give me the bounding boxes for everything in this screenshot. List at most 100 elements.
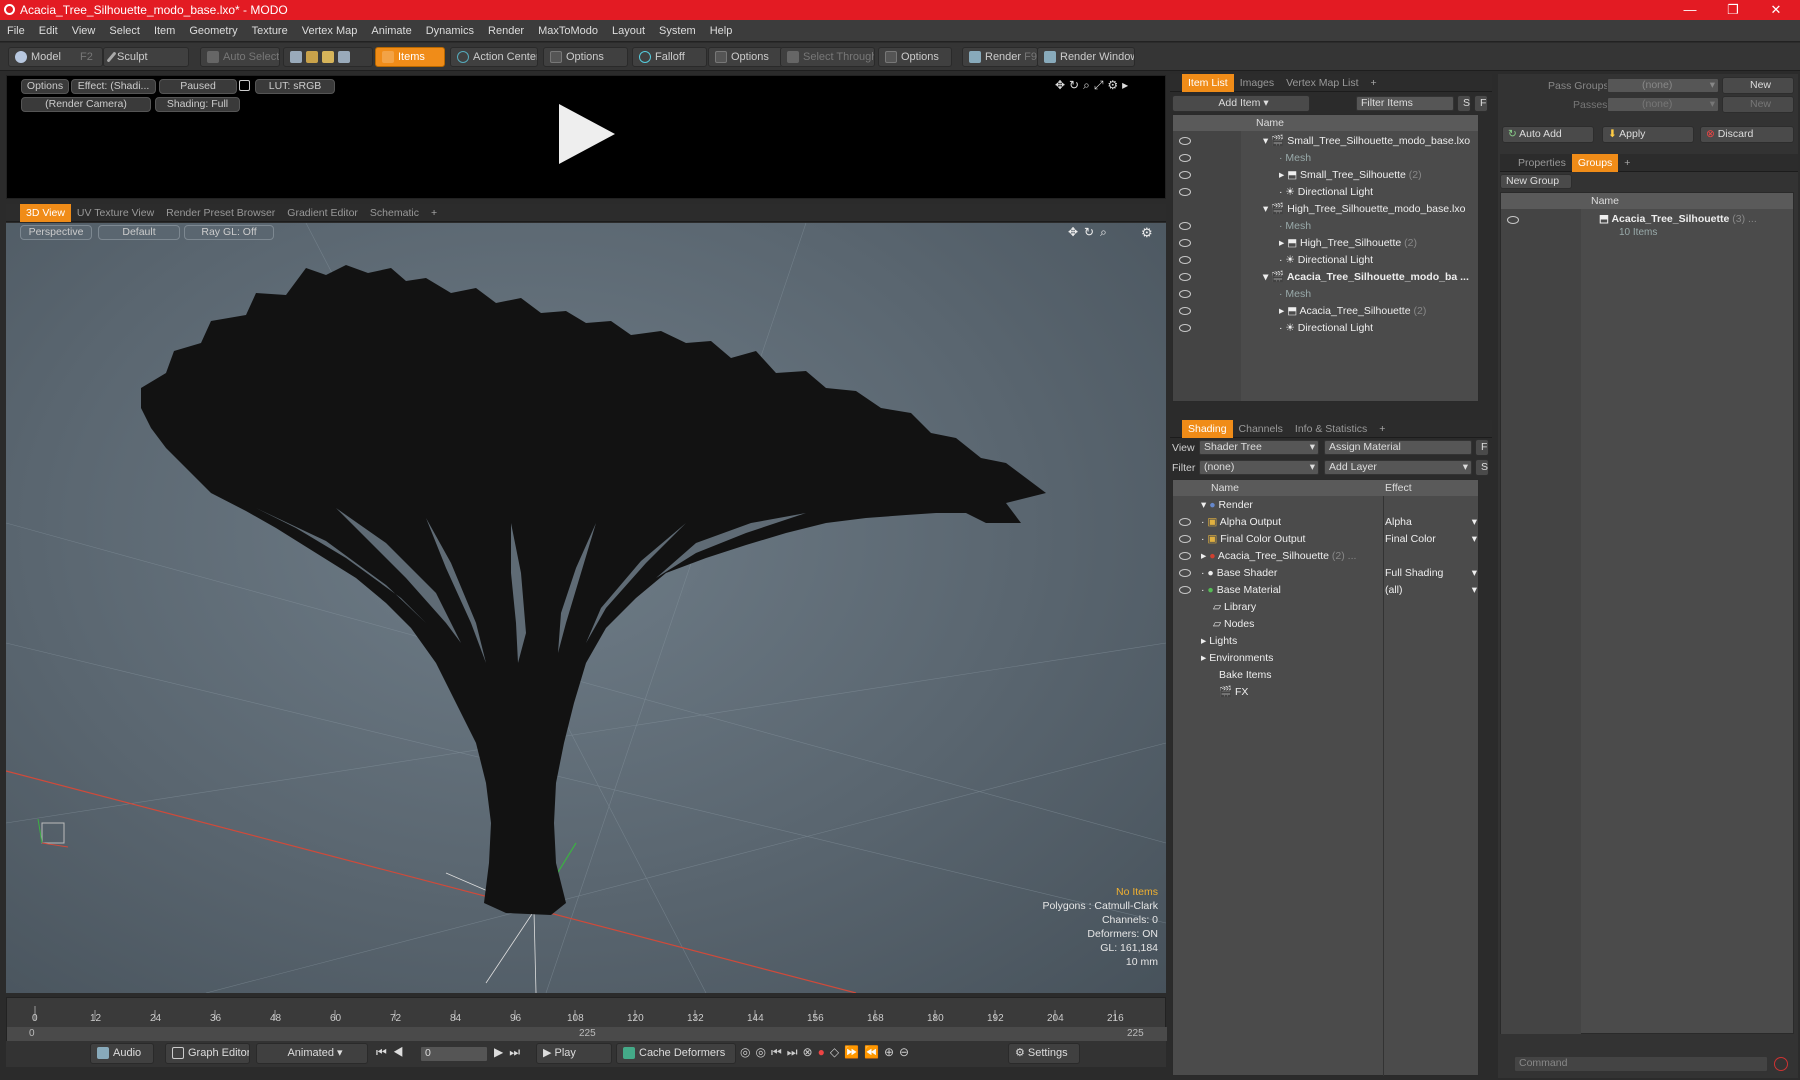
new-group-button[interactable]: New Group <box>1500 174 1572 189</box>
tab-schematic[interactable]: Schematic <box>364 204 425 222</box>
action-center-button[interactable]: Action Center <box>450 47 538 67</box>
menu-view[interactable]: View <box>65 20 103 42</box>
tab-render-preset-browser[interactable]: Render Preset Browser <box>160 204 281 222</box>
menu-system[interactable]: System <box>652 20 703 42</box>
visibility-eye-icon[interactable] <box>1179 239 1191 247</box>
frame-input[interactable]: 0 <box>420 1046 488 1062</box>
effect-all-dropdown[interactable]: (all) ▾ <box>1385 582 1477 599</box>
visibility-eye-icon[interactable] <box>1179 586 1191 594</box>
visibility-eye-icon[interactable] <box>1179 307 1191 315</box>
menu-vertex-map[interactable]: Vertex Map <box>295 20 365 42</box>
item-row-mesh-3[interactable]: · Mesh <box>1279 286 1311 303</box>
item-row-mesh-1[interactable]: · Mesh <box>1279 150 1311 167</box>
new-pass-button[interactable]: New <box>1722 96 1794 113</box>
render-window-button[interactable]: Render Window <box>1037 47 1135 67</box>
timeline-range-bar[interactable]: 0 225 225 <box>7 1027 1167 1041</box>
graph-editor-button[interactable]: Graph Editor <box>165 1043 250 1064</box>
sculpt-mode-button[interactable]: Sculpt <box>103 47 189 67</box>
shader-row-base-shader[interactable]: · ● Base Shader <box>1201 565 1277 582</box>
close-button[interactable]: ✕ <box>1756 1 1796 19</box>
tab-channels[interactable]: Channels <box>1233 420 1289 438</box>
visibility-eye-icon[interactable] <box>1179 535 1191 543</box>
tab-item-list[interactable]: Item List <box>1182 74 1234 92</box>
visibility-eye-icon[interactable] <box>1179 188 1191 196</box>
tab-shading[interactable]: Shading <box>1182 420 1233 438</box>
model-mode-button[interactable]: Model F2 <box>8 47 103 67</box>
transport-back-icons[interactable]: ⏮◀ <box>376 1045 410 1060</box>
visibility-eye-icon[interactable] <box>1179 222 1191 230</box>
shading-f-button[interactable]: F <box>1475 439 1489 456</box>
filter-dropdown[interactable]: (none) ▾ <box>1199 460 1319 475</box>
shader-row-base-material[interactable]: · ● Base Material <box>1201 582 1281 599</box>
menu-file[interactable]: File <box>0 20 32 42</box>
preview-nav-icons[interactable]: ✥↻⌕⤢⚙▸ <box>1055 78 1132 93</box>
passes-dropdown[interactable]: (none) ▾ <box>1607 97 1719 112</box>
vertices-icon[interactable] <box>290 51 302 64</box>
shader-row-acacia-material[interactable]: ▸ ● Acacia_Tree_Silhouette (2) ... <box>1201 548 1356 565</box>
add-layer-dropdown[interactable]: Add Layer ▾ <box>1324 460 1472 475</box>
filter-s-button[interactable]: S <box>1457 95 1471 112</box>
visibility-eye-icon[interactable] <box>1179 518 1191 526</box>
visibility-eye-icon[interactable] <box>1507 216 1519 224</box>
menu-edit[interactable]: Edit <box>32 20 65 42</box>
item-row-small-tree[interactable]: ▸ ⬒ Small_Tree_Silhouette (2) <box>1279 167 1422 184</box>
item-row-scene-small[interactable]: ▾ 🎬 Small_Tree_Silhouette_modo_base.lxo <box>1263 133 1470 150</box>
item-row-light-3[interactable]: · ☀ Directional Light <box>1279 320 1373 337</box>
settings-button[interactable]: ⚙ Settings <box>1008 1043 1080 1064</box>
apply-button[interactable]: ⬇ Apply <box>1602 126 1694 143</box>
transport-forward-icons[interactable]: ▶⏭ <box>494 1045 526 1060</box>
key-tools-icons[interactable]: ◎◎⏮⏭⊗●◇⏩⏪⊕⊖ <box>740 1045 914 1060</box>
add-tab-button[interactable]: + <box>1365 74 1383 92</box>
menu-geometry[interactable]: Geometry <box>182 20 244 42</box>
effect-alpha-dropdown[interactable]: Alpha ▾ <box>1385 514 1477 531</box>
edges-icon[interactable] <box>306 51 318 64</box>
preview-options-button[interactable]: Options <box>21 79 69 94</box>
falloff-options-button[interactable]: Options <box>708 47 783 67</box>
preview-paused-button[interactable]: Paused <box>159 79 237 94</box>
tab-info-statistics[interactable]: Info & Statistics <box>1289 420 1373 438</box>
visibility-eye-icon[interactable] <box>1179 552 1191 560</box>
tab-gradient-editor[interactable]: Gradient Editor <box>281 204 364 222</box>
menu-dynamics[interactable]: Dynamics <box>419 20 481 42</box>
visibility-eye-icon[interactable] <box>1179 154 1191 162</box>
preview-effect-dropdown[interactable]: Effect: (Shadi... <box>71 79 156 94</box>
shader-row-bake-items[interactable]: Bake Items <box>1219 667 1272 684</box>
effect-final-color-dropdown[interactable]: Final Color ▾ <box>1385 531 1477 548</box>
shader-row-fx[interactable]: 🎬 FX <box>1219 684 1248 701</box>
cache-deformers-button[interactable]: Cache Deformers <box>616 1043 736 1064</box>
menu-layout[interactable]: Layout <box>605 20 652 42</box>
command-input[interactable]: Command <box>1514 1056 1768 1072</box>
visibility-eye-icon[interactable] <box>1179 324 1191 332</box>
maximize-button[interactable]: ❐ <box>1713 1 1753 19</box>
visibility-eye-icon[interactable] <box>1179 137 1191 145</box>
animated-dropdown[interactable]: Animated ▾ <box>256 1043 368 1064</box>
preview-lut-dropdown[interactable]: LUT: sRGB <box>255 79 335 94</box>
add-tab-button[interactable]: + <box>1373 420 1391 438</box>
menu-texture[interactable]: Texture <box>245 20 295 42</box>
add-tab-button[interactable]: + <box>425 204 443 222</box>
tab-3d-view[interactable]: 3D View <box>20 204 71 222</box>
audio-button[interactable]: Audio <box>90 1043 154 1064</box>
visibility-eye-icon[interactable] <box>1179 256 1191 264</box>
tab-uv-texture-view[interactable]: UV Texture View <box>71 204 160 222</box>
shader-row-library[interactable]: ▱ Library <box>1213 599 1256 616</box>
item-row-acacia-tree[interactable]: ▸ ⬒ Acacia_Tree_Silhouette (2) <box>1279 303 1426 320</box>
tab-images[interactable]: Images <box>1234 74 1280 92</box>
play-icon[interactable] <box>555 102 619 166</box>
item-row-light-1[interactable]: · ☀ Directional Light <box>1279 184 1373 201</box>
menu-animate[interactable]: Animate <box>364 20 418 42</box>
effect-full-shading-dropdown[interactable]: Full Shading ▾ <box>1385 565 1477 582</box>
command-stop-icon[interactable] <box>1774 1057 1788 1071</box>
menu-maxtomodo[interactable]: MaxToModo <box>531 20 605 42</box>
add-item-dropdown[interactable]: Add Item ▾ <box>1172 95 1310 112</box>
add-tab-button[interactable]: + <box>1618 154 1636 172</box>
auto-select-button[interactable]: Auto Select <box>200 47 280 67</box>
materials-icon[interactable] <box>338 51 350 64</box>
filter-f-button[interactable]: F <box>1474 95 1488 112</box>
preview-shading-dropdown[interactable]: Shading: Full <box>155 97 240 112</box>
shader-row-render[interactable]: ▾ ● Render <box>1201 497 1253 514</box>
action-center-options-button[interactable]: Options <box>543 47 628 67</box>
discard-button[interactable]: ⊗ Discard <box>1700 126 1794 143</box>
visibility-eye-icon[interactable] <box>1179 290 1191 298</box>
item-row-scene-high[interactable]: ▾ 🎬 High_Tree_Silhouette_modo_base.lxo <box>1263 201 1465 218</box>
